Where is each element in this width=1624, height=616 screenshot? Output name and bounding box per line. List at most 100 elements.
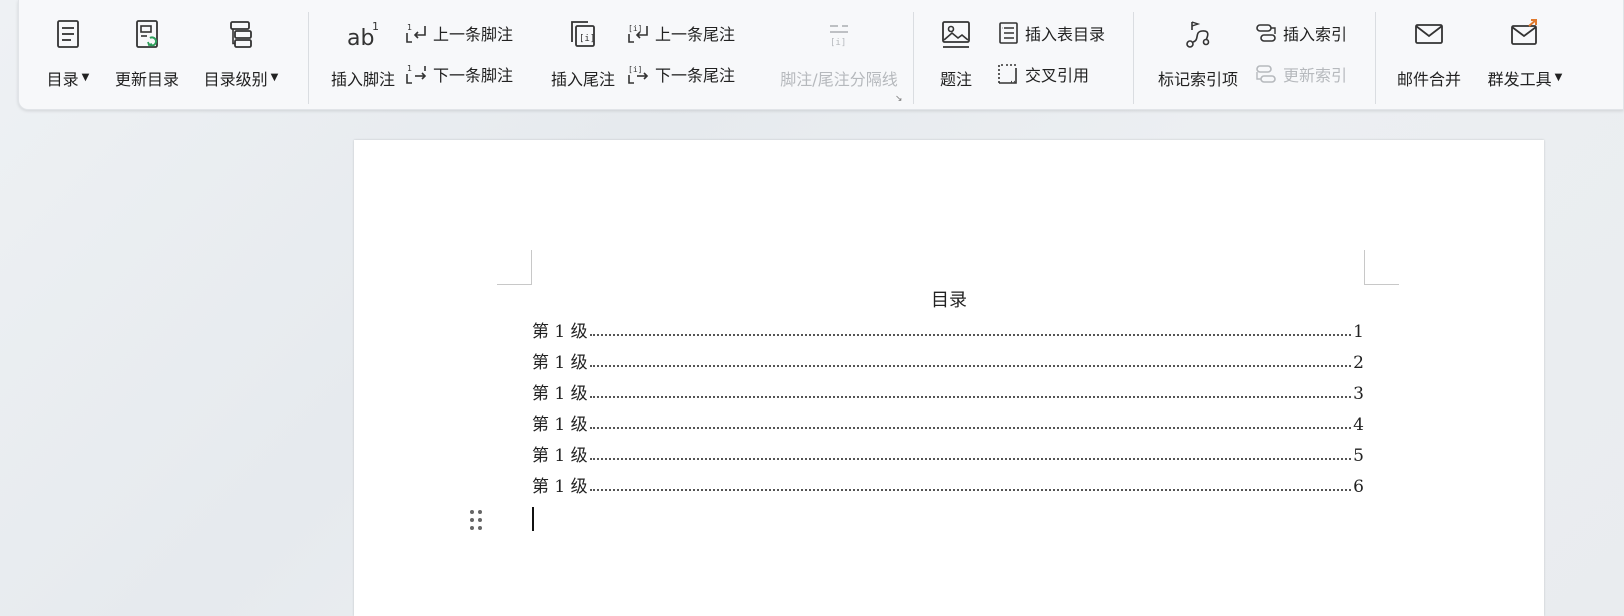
note-separator-button[interactable]: [i] 脚注/尾注分隔线 (775, 0, 903, 90)
insert-footnote-label: 插入脚注 (330, 70, 395, 89)
cross-reference-button[interactable]: ,, 交叉引用 (995, 61, 1089, 87)
mail-merge-button[interactable]: 邮件合并 (1391, 0, 1467, 90)
chevron-down-icon: ▼ (81, 71, 90, 83)
separator-line-icon: [i] (819, 14, 859, 54)
toc-entry-text: 第 1 级 (532, 415, 588, 435)
next-endnote-icon: [i] (625, 61, 651, 87)
toc-entry-page: 3 (1353, 384, 1364, 404)
toc-icon (48, 14, 88, 54)
drag-handle-icon[interactable] (469, 508, 483, 532)
toc-label: 目录 (46, 70, 79, 89)
toc-entry[interactable]: 第 1 级 1 (532, 314, 1364, 342)
toc-entry-page: 1 (1353, 322, 1364, 342)
toc-entry-text: 第 1 级 (532, 353, 588, 373)
update-toc-icon (127, 14, 167, 54)
group-separator (1133, 12, 1134, 104)
toc-leader-dots (589, 395, 1352, 398)
svg-text:,,: ,, (1010, 75, 1016, 85)
group-separator (1375, 12, 1376, 104)
insert-index-icon (1253, 20, 1279, 46)
toc-entry-page: 4 (1353, 415, 1364, 435)
svg-text:[i]: [i] (579, 34, 595, 44)
toc-entry-text: 第 1 级 (532, 384, 588, 404)
svg-text:1: 1 (407, 23, 412, 32)
mail-merge-label: 邮件合并 (1396, 70, 1461, 89)
svg-text:1: 1 (407, 64, 412, 73)
prev-footnote-icon: 1 (403, 20, 429, 46)
caption-label: 题注 (939, 70, 972, 89)
toc-entry[interactable]: 第 1 级 6 (532, 469, 1364, 497)
update-toc-label: 更新目录 (114, 70, 179, 89)
page-corner-marker (497, 250, 532, 285)
insert-table-of-figures-button[interactable]: 插入表目录 (995, 20, 1105, 46)
table-of-figures-icon (995, 20, 1021, 46)
mark-index-entry-label: 标记索引项 (1157, 70, 1238, 89)
image-caption-icon (936, 14, 976, 54)
svg-text:ab: ab (347, 26, 374, 50)
insert-table-of-figures-label: 插入表目录 (1025, 25, 1106, 44)
mark-index-icon (1178, 14, 1218, 54)
toc-entry[interactable]: 第 1 级 5 (532, 438, 1364, 466)
svg-text:[i]: [i] (628, 65, 642, 74)
toc-entry[interactable]: 第 1 级 3 (532, 376, 1364, 404)
next-footnote-icon: 1 (403, 61, 429, 87)
insert-index-button[interactable]: 插入索引 (1253, 20, 1347, 46)
bulk-send-tools-label: 群发工具 (1487, 70, 1552, 89)
prev-footnote-button[interactable]: 1 上一条脚注 (403, 20, 513, 46)
chevron-down-icon: ▼ (270, 71, 279, 83)
toc-entry-text: 第 1 级 (532, 322, 588, 342)
insert-endnote-button[interactable]: [i] 插入尾注 (545, 0, 621, 90)
update-index-label: 更新索引 (1283, 66, 1348, 85)
svg-text:[i]: [i] (830, 38, 846, 48)
toc-leader-dots (589, 426, 1352, 429)
toc-level-icon (221, 14, 261, 54)
group-separator (308, 12, 309, 104)
update-index-button[interactable]: 更新索引 (1253, 61, 1347, 87)
document-page[interactable]: 目录 第 1 级 1 第 1 级 2 第 1 级 3 第 1 级 4 第 1 级 5 第 … (354, 140, 1544, 616)
envelope-icon (1409, 14, 1449, 54)
prev-endnote-label: 上一条尾注 (655, 25, 736, 44)
next-endnote-label: 下一条尾注 (655, 66, 736, 85)
prev-endnote-icon: [i] (625, 20, 651, 46)
toc-entry-page: 6 (1353, 477, 1364, 497)
insert-index-label: 插入索引 (1283, 25, 1348, 44)
page-corner-marker (1364, 250, 1399, 285)
toc-heading: 目录 (931, 290, 967, 311)
next-footnote-label: 下一条脚注 (433, 66, 514, 85)
note-separator-label: 脚注/尾注分隔线 (780, 70, 898, 89)
insert-endnote-label: 插入尾注 (550, 70, 615, 89)
toc-entry-page: 2 (1353, 353, 1364, 373)
prev-footnote-label: 上一条脚注 (433, 25, 514, 44)
update-toc-button[interactable]: 更新目录 (109, 0, 185, 90)
dialog-launcher-icon[interactable]: ↘ (895, 94, 905, 104)
mark-index-entry-button[interactable]: 标记索引项 (1151, 0, 1245, 90)
bulk-send-tools-button[interactable]: 群发工具 ▼ (1479, 0, 1571, 90)
cross-reference-label: 交叉引用 (1025, 66, 1090, 85)
next-footnote-button[interactable]: 1 下一条脚注 (403, 61, 513, 87)
svg-text:[i]: [i] (628, 24, 642, 33)
text-cursor (532, 507, 534, 531)
chevron-down-icon: ▼ (1554, 71, 1563, 83)
toc-entry-text: 第 1 级 (532, 477, 588, 497)
update-index-icon (1253, 61, 1279, 87)
toc-level-label: 目录级别 (203, 70, 268, 89)
caption-button[interactable]: 题注 (931, 0, 981, 90)
toc-entry[interactable]: 第 1 级 2 (532, 345, 1364, 373)
toc-leader-dots (589, 457, 1352, 460)
toc-entry[interactable]: 第 1 级 4 (532, 407, 1364, 435)
svg-text:1: 1 (372, 20, 379, 33)
footnote-ab-icon: ab 1 (343, 14, 383, 54)
endnote-icon: [i] (563, 14, 603, 54)
toc-entry-text: 第 1 级 (532, 446, 588, 466)
next-endnote-button[interactable]: [i] 下一条尾注 (625, 61, 735, 87)
toc-leader-dots (589, 488, 1352, 491)
ribbon-toolbar: 目录 ▼ 更新目录 目录级别 ▼ ab 1 插入脚注 1 上一条脚注 1 下一条脚注 (18, 0, 1624, 110)
toc-leader-dots (589, 333, 1352, 336)
cross-reference-icon: ,, (995, 61, 1021, 87)
group-separator (913, 12, 914, 104)
toc-button[interactable]: 目录 ▼ (43, 0, 93, 90)
insert-footnote-button[interactable]: ab 1 插入脚注 (325, 0, 401, 90)
envelope-send-icon (1505, 14, 1545, 54)
toc-level-button[interactable]: 目录级别 ▼ (197, 0, 285, 90)
prev-endnote-button[interactable]: [i] 上一条尾注 (625, 20, 735, 46)
